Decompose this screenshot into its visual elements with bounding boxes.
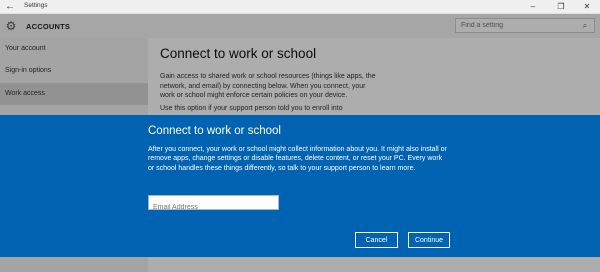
minimize-button[interactable]: – xyxy=(520,1,546,13)
close-button[interactable]: ✕ xyxy=(574,1,600,13)
connect-dialog: Connect to work or school After you conn… xyxy=(0,115,600,257)
maximize-button[interactable]: ❐ xyxy=(548,1,574,13)
cancel-button[interactable]: Cancel xyxy=(355,232,398,248)
back-arrow-icon[interactable]: ← xyxy=(4,1,16,13)
dialog-body: After you connect, your work or school m… xyxy=(148,146,447,172)
email-input[interactable] xyxy=(149,201,278,214)
dialog-title: Connect to work or school xyxy=(148,125,281,137)
email-field[interactable] xyxy=(148,195,279,214)
title-bar: ← Settings – ❐ ✕ xyxy=(0,0,600,14)
continue-button[interactable]: Continue xyxy=(408,232,450,248)
window-title: Settings xyxy=(24,2,48,9)
